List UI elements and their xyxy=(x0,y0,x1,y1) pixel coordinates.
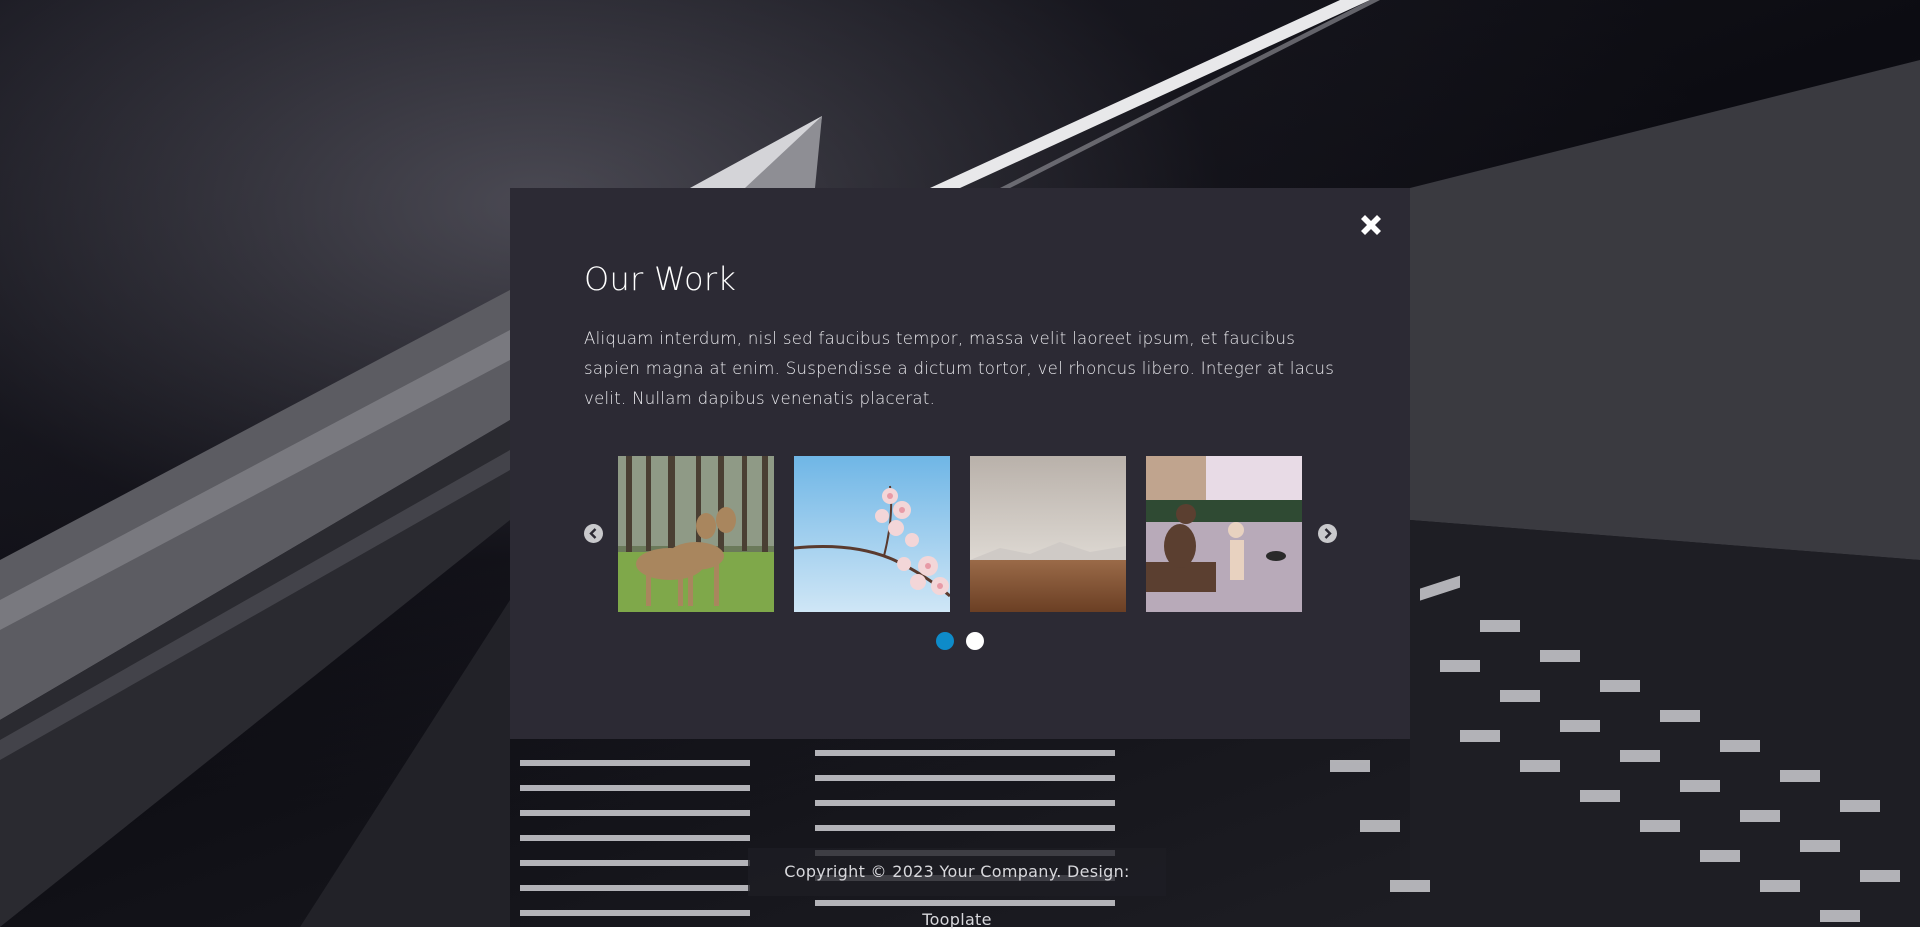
modal-title: Our Work xyxy=(584,260,737,298)
close-icon xyxy=(1361,215,1381,235)
carousel-next-button[interactable] xyxy=(1318,524,1337,543)
carousel-dot-1[interactable] xyxy=(936,632,954,650)
work-thumbnail-deer[interactable] xyxy=(618,456,774,612)
close-button[interactable] xyxy=(1356,210,1386,240)
carousel-dot-2[interactable] xyxy=(966,632,984,650)
work-thumbnail-blossom[interactable] xyxy=(794,456,950,612)
our-work-modal: Our Work Aliquam interdum, nisl sed fauc… xyxy=(510,188,1410,739)
footer-copyright: Copyright © 2023 Your Company. Design: T… xyxy=(748,848,1166,929)
carousel-pagination xyxy=(936,632,984,650)
work-thumbnail-desert[interactable] xyxy=(970,456,1126,612)
modal-description: Aliquam interdum, nisl sed faucibus temp… xyxy=(584,329,1335,408)
work-thumbnail-lake[interactable] xyxy=(1146,456,1302,612)
chevron-left-icon xyxy=(589,528,597,539)
carousel-prev-button[interactable] xyxy=(584,524,603,543)
chevron-right-icon xyxy=(1324,528,1332,539)
